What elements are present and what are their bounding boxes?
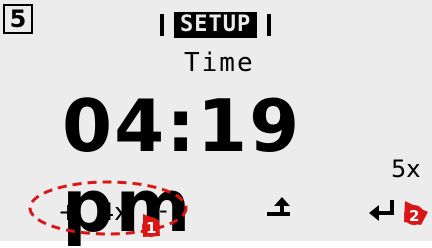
menu-header: SETUP [150, 10, 281, 40]
enter-press-count: 5x [391, 155, 421, 183]
increment-press-count: 4x [99, 198, 129, 226]
setup-title: SETUP [174, 12, 258, 38]
step-number-box: 5 [3, 4, 33, 34]
setting-name: Time [184, 48, 255, 78]
minus-button[interactable]: - [159, 196, 168, 224]
plus-button[interactable]: + [58, 198, 78, 226]
header-divider-right [267, 14, 272, 36]
lcd-screen: 5 SETUP Time 04:19 pm 5x + 4x - 1 2 [0, 0, 432, 246]
header-divider-left [160, 14, 164, 36]
